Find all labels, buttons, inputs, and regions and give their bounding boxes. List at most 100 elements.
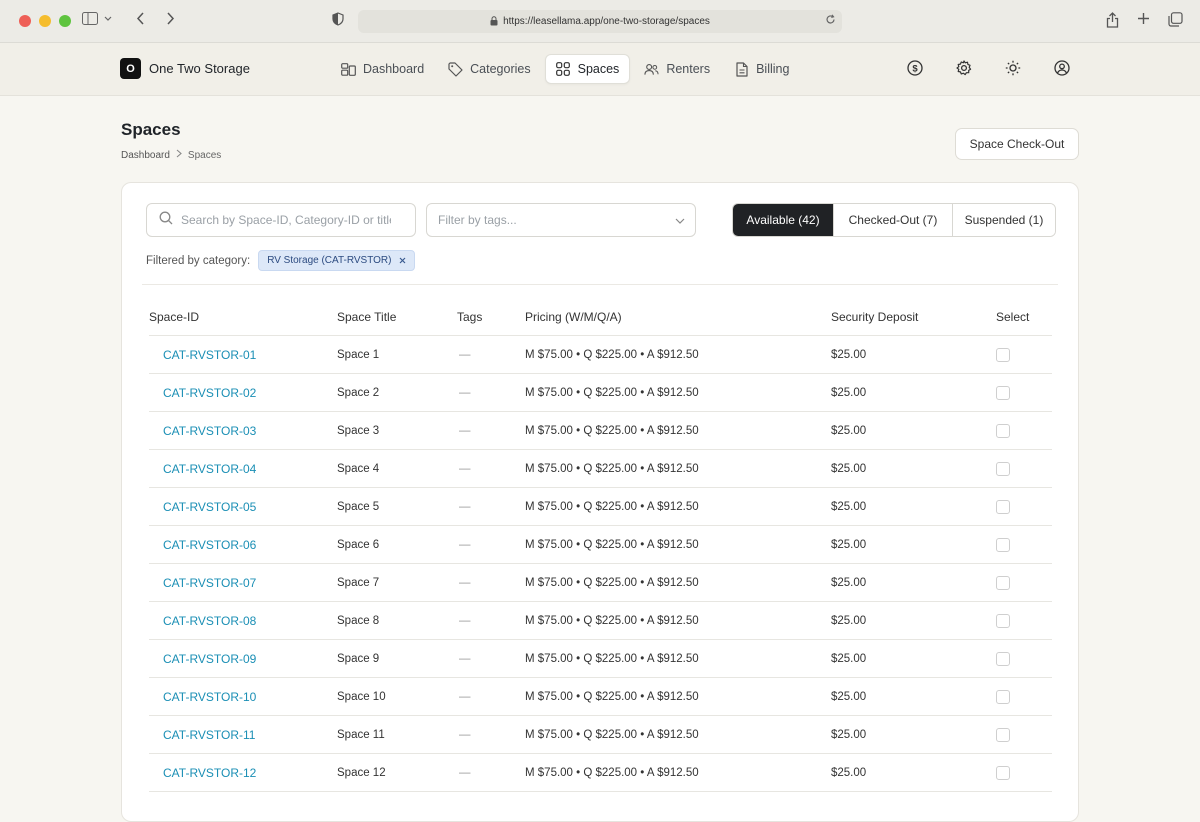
table-row[interactable]: CAT-RVSTOR-08 Space 8 — M $75.00 • Q $225.0… (149, 602, 1052, 640)
svg-text:$: $ (912, 63, 918, 74)
tab-overview-icon[interactable] (1168, 12, 1183, 27)
space-tags: — (459, 462, 471, 475)
select-checkbox[interactable] (996, 347, 1010, 362)
col-pricing[interactable]: Pricing (W/M/Q/A) (525, 310, 831, 324)
sun-icon[interactable] (1004, 59, 1021, 76)
select-cell (996, 765, 1052, 780)
table-row[interactable]: CAT-RVSTOR-07 Space 7 — M $75.00 • Q $225.0… (149, 564, 1052, 602)
category-filter-label: Filtered by category: (146, 254, 251, 267)
space-pricing: M $75.00 • Q $225.00 • A $912.50 (525, 728, 699, 741)
page-title: Spaces (121, 120, 181, 139)
select-checkbox[interactable] (996, 461, 1010, 476)
user-circle-icon[interactable] (1053, 59, 1070, 76)
space-id-link[interactable]: CAT-RVSTOR-10 (149, 690, 337, 704)
back-icon[interactable] (136, 12, 145, 25)
privacy-shield-icon[interactable] (332, 12, 344, 26)
window-controls (19, 15, 71, 27)
space-deposit: $25.00 (831, 576, 867, 589)
breadcrumb-spaces: Spaces (187, 149, 222, 161)
table-row[interactable]: CAT-RVSTOR-12 Space 12 — M $75.00 • Q $225.… (149, 754, 1052, 792)
space-title: Space 9 (337, 652, 380, 665)
search-input[interactable] (181, 213, 391, 227)
table-row[interactable]: CAT-RVSTOR-06 Space 6 — M $75.00 • Q $225.0… (149, 526, 1052, 564)
remove-filter-icon[interactable] (399, 255, 406, 267)
space-deposit: $25.00 (831, 614, 867, 627)
address-bar[interactable]: https://leasellama.app/one-two-storage/s… (358, 10, 842, 33)
nav-billing[interactable]: Billing (724, 54, 799, 84)
select-checkbox[interactable] (996, 499, 1010, 514)
table-row[interactable]: CAT-RVSTOR-01 Space 1 — M $75.00 • Q $225.0… (149, 336, 1052, 374)
select-checkbox[interactable] (996, 537, 1010, 552)
breadcrumb-dashboard[interactable]: Dashboard (121, 150, 170, 161)
sidebar-toggle-icon[interactable] (82, 12, 112, 25)
select-checkbox[interactable] (996, 613, 1010, 628)
category-chip: RV Storage (CAT-RVSTOR) (258, 250, 416, 271)
space-id-link[interactable]: CAT-RVSTOR-03 (149, 424, 337, 438)
nav-spaces[interactable]: Spaces (544, 54, 631, 84)
space-id-link[interactable]: CAT-RVSTOR-07 (149, 576, 337, 590)
select-checkbox[interactable] (996, 651, 1010, 666)
table-row[interactable]: CAT-RVSTOR-02 Space 2 — M $75.00 • Q $225.0… (149, 374, 1052, 412)
space-tags: — (459, 766, 471, 779)
space-id-link[interactable]: CAT-RVSTOR-04 (149, 462, 337, 476)
dollar-icon[interactable]: $ (906, 59, 923, 76)
nav-categories[interactable]: Categories (438, 54, 540, 84)
space-id-link[interactable]: CAT-RVSTOR-05 (149, 500, 337, 514)
close-window-button[interactable] (19, 15, 31, 27)
forward-icon[interactable] (166, 12, 175, 25)
space-deposit: $25.00 (831, 728, 867, 741)
select-checkbox[interactable] (996, 689, 1010, 704)
space-title: Space 12 (337, 766, 386, 779)
space-id-link[interactable]: CAT-RVSTOR-01 (149, 348, 337, 362)
lock-icon (490, 15, 498, 28)
space-id-link[interactable]: CAT-RVSTOR-12 (149, 766, 337, 780)
reload-icon[interactable] (825, 14, 836, 28)
space-pricing: M $75.00 • Q $225.00 • A $912.50 (525, 576, 699, 589)
space-id-link[interactable]: CAT-RVSTOR-11 (149, 728, 337, 742)
select-checkbox[interactable] (996, 385, 1010, 400)
space-id-link[interactable]: CAT-RVSTOR-06 (149, 538, 337, 552)
nav-renters[interactable]: Renters (634, 54, 720, 84)
space-id-link[interactable]: CAT-RVSTOR-09 (149, 652, 337, 666)
table-row[interactable]: CAT-RVSTOR-09 Space 9 — M $75.00 • Q $225.0… (149, 640, 1052, 678)
col-tags[interactable]: Tags (457, 310, 525, 324)
segment-available[interactable]: Available (42) (733, 204, 833, 236)
space-pricing: M $75.00 • Q $225.00 • A $912.50 (525, 348, 699, 361)
brand[interactable]: O One Two Storage (120, 58, 250, 79)
new-tab-icon[interactable] (1137, 12, 1150, 25)
space-id-link[interactable]: CAT-RVSTOR-02 (149, 386, 337, 400)
space-title: Space 5 (337, 500, 380, 513)
gear-icon[interactable] (955, 59, 972, 76)
select-cell (996, 423, 1052, 438)
table-row[interactable]: CAT-RVSTOR-11 Space 11 — M $75.00 • Q $225.… (149, 716, 1052, 754)
segment-checked-out[interactable]: Checked-Out (7) (833, 204, 952, 236)
table-row[interactable]: CAT-RVSTOR-10 Space 10 — M $75.00 • Q $225.… (149, 678, 1052, 716)
zoom-window-button[interactable] (59, 15, 71, 27)
space-checkout-button[interactable]: Space Check-Out (955, 128, 1079, 160)
space-pricing: M $75.00 • Q $225.00 • A $912.50 (525, 462, 699, 475)
col-security-deposit[interactable]: Security Deposit (831, 310, 996, 324)
dashboard-icon (341, 62, 356, 77)
space-pricing: M $75.00 • Q $225.00 • A $912.50 (525, 538, 699, 551)
col-space-title[interactable]: Space Title (337, 310, 457, 324)
space-id-link[interactable]: CAT-RVSTOR-08 (149, 614, 337, 628)
tags-filter-select[interactable]: Filter by tags... (426, 203, 696, 237)
table-row[interactable]: CAT-RVSTOR-04 Space 4 — M $75.00 • Q $225.0… (149, 450, 1052, 488)
minimize-window-button[interactable] (39, 15, 51, 27)
tag-icon (448, 61, 463, 77)
select-checkbox[interactable] (996, 575, 1010, 590)
search-box[interactable] (146, 203, 416, 237)
nav-dashboard[interactable]: Dashboard (331, 54, 434, 84)
select-checkbox[interactable] (996, 727, 1010, 742)
segment-suspended[interactable]: Suspended (1) (952, 204, 1055, 236)
select-checkbox[interactable] (996, 765, 1010, 780)
table-row[interactable]: CAT-RVSTOR-03 Space 3 — M $75.00 • Q $225.0… (149, 412, 1052, 450)
space-title: Space 10 (337, 690, 386, 703)
share-icon[interactable] (1106, 12, 1119, 28)
select-checkbox[interactable] (996, 423, 1010, 438)
col-space-id[interactable]: Space-ID (149, 310, 337, 324)
space-tags: — (459, 652, 471, 665)
url-text: https://leasellama.app/one-two-storage/s… (503, 16, 710, 27)
table-row[interactable]: CAT-RVSTOR-05 Space 5 — M $75.00 • Q $225.0… (149, 488, 1052, 526)
divider (142, 284, 1058, 285)
